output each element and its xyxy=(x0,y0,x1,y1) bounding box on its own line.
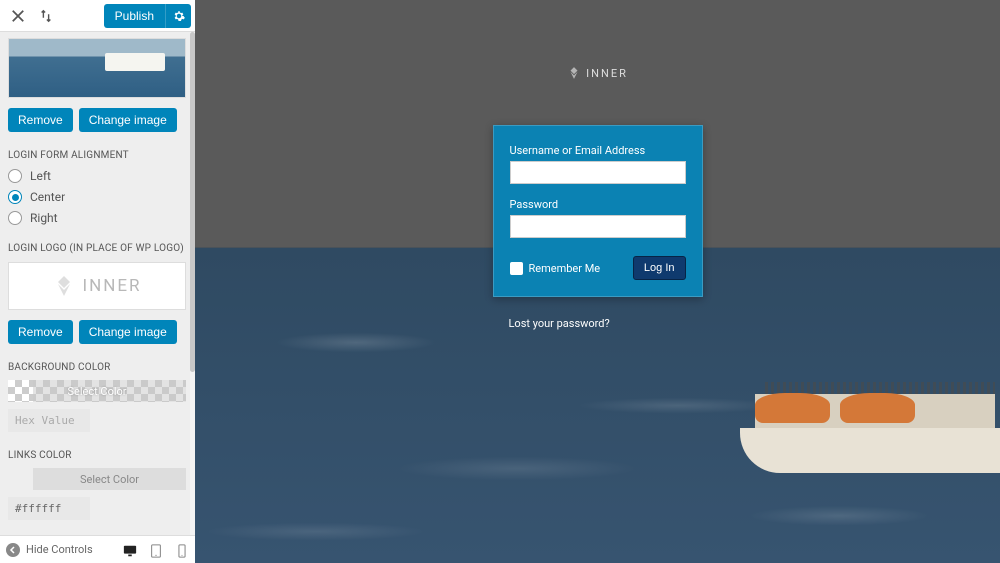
change-logo-button[interactable]: Change image xyxy=(79,320,177,344)
bg-color-select-button[interactable]: Select Color xyxy=(8,380,186,402)
logo-text: INNER xyxy=(82,276,141,296)
background-image-preview xyxy=(8,38,186,98)
diamond-icon xyxy=(567,66,581,80)
radio-icon xyxy=(8,190,22,204)
username-label: Username or Email Address xyxy=(510,144,686,157)
site-logo: INNER xyxy=(567,66,628,80)
links-color-hex-input[interactable] xyxy=(8,497,90,520)
hide-controls-button[interactable]: Hide Controls xyxy=(6,543,93,557)
diamond-icon xyxy=(52,274,76,298)
site-brand-text: INNER xyxy=(586,67,628,80)
remove-logo-button[interactable]: Remove xyxy=(8,320,73,344)
alignment-center[interactable]: Center xyxy=(8,190,187,204)
change-bg-image-button[interactable]: Change image xyxy=(79,108,177,132)
remember-me-label: Remember Me xyxy=(529,262,601,275)
close-button[interactable] xyxy=(4,2,32,30)
background-ship xyxy=(740,343,1000,473)
password-input[interactable] xyxy=(510,215,686,238)
publish-settings-button[interactable] xyxy=(165,4,191,28)
collapse-icon xyxy=(6,543,20,557)
sidebar-header: Publish xyxy=(0,0,195,32)
hide-controls-label: Hide Controls xyxy=(26,543,93,556)
customizer-sidebar: Publish Remove Change image LOGIN FORM A… xyxy=(0,0,195,563)
bg-color-hex-input[interactable] xyxy=(8,409,90,432)
sidebar-footer: Hide Controls xyxy=(0,535,195,563)
links-color-label: LINKS COLOR xyxy=(8,450,187,461)
mobile-preview-button[interactable] xyxy=(175,543,189,557)
login-button[interactable]: Log In xyxy=(633,256,686,280)
desktop-preview-button[interactable] xyxy=(123,543,137,557)
bg-color-label: BACKGROUND COLOR xyxy=(8,362,187,373)
select-color-text: Select Color xyxy=(67,385,126,398)
login-preview: INNER Username or Email Address Password… xyxy=(195,0,1000,563)
tablet-preview-button[interactable] xyxy=(149,543,163,557)
remember-me-checkbox[interactable]: Remember Me xyxy=(510,262,601,275)
lost-password-link[interactable]: Lost your password? xyxy=(509,317,610,330)
password-label: Password xyxy=(510,198,686,211)
login-form: Username or Email Address Password Remem… xyxy=(493,125,703,297)
links-color-select-button[interactable]: Select Color xyxy=(33,468,186,490)
remove-bg-image-button[interactable]: Remove xyxy=(8,108,73,132)
radio-icon xyxy=(8,211,22,225)
radio-icon xyxy=(8,169,22,183)
device-preview-switcher xyxy=(123,543,189,557)
publish-button[interactable]: Publish xyxy=(104,4,165,28)
username-input[interactable] xyxy=(510,161,686,184)
alignment-left[interactable]: Left xyxy=(8,169,187,183)
sidebar-content: Remove Change image LOGIN FORM ALIGNMENT… xyxy=(0,32,195,535)
expand-icon[interactable] xyxy=(32,2,60,30)
checkbox-icon xyxy=(510,262,523,275)
radio-label: Left xyxy=(30,169,51,183)
radio-label: Right xyxy=(30,211,58,225)
select-color-text: Select Color xyxy=(80,473,139,486)
alignment-label: LOGIN FORM ALIGNMENT xyxy=(8,150,187,161)
login-logo-label: LOGIN LOGO (IN PLACE OF WP LOGO) xyxy=(8,243,187,254)
alignment-right[interactable]: Right xyxy=(8,211,187,225)
radio-label: Center xyxy=(30,190,65,204)
login-logo-preview: INNER xyxy=(8,262,186,310)
alignment-radio-group: Left Center Right xyxy=(8,169,187,225)
